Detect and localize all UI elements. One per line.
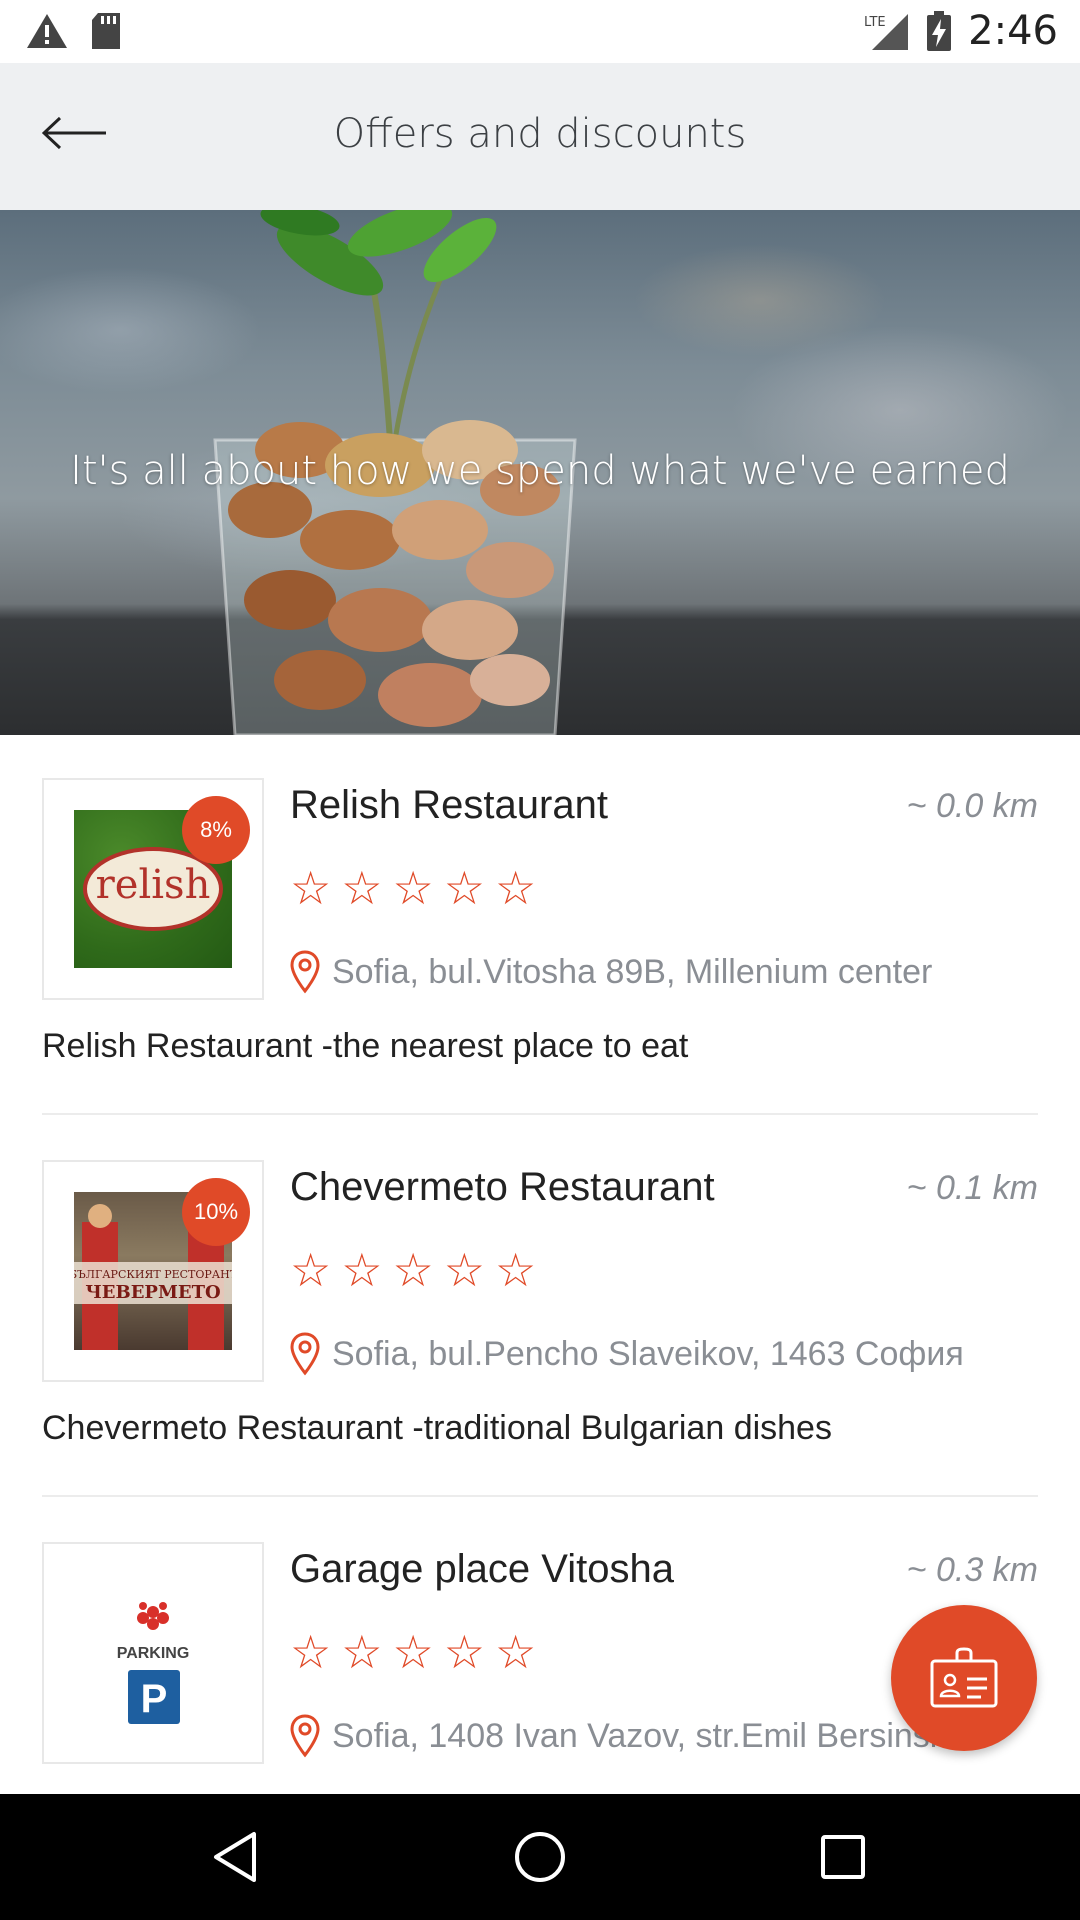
nav-home-button[interactable]	[505, 1822, 575, 1892]
rating-stars: ☆ ☆ ☆ ☆ ☆	[290, 863, 536, 913]
star-icon: ☆	[495, 1626, 537, 1678]
star-icon: ☆	[443, 1626, 485, 1678]
address-text: Sofia, bul.Vitosha 89B, Millenium center	[332, 952, 933, 991]
offer-thumbnail: relish 8%	[42, 778, 264, 1000]
warning-icon	[27, 14, 67, 48]
star-icon: ☆	[392, 862, 434, 914]
rating-stars: ☆ ☆ ☆ ☆ ☆	[290, 1245, 536, 1295]
discount-badge: 10%	[182, 1178, 250, 1246]
home-circle-icon	[515, 1832, 565, 1882]
app-bar: Offers and discounts	[0, 63, 1080, 210]
hero-tagline: It's all about how we spend what we've e…	[70, 448, 1010, 494]
divider	[42, 1495, 1038, 1497]
list-item[interactable]: БЪЛГАРСКИЯТ РЕСТОРАНТ ЧЕВЕРМЕТО 10% Chev…	[0, 1117, 1080, 1499]
divider	[42, 1113, 1038, 1115]
offer-description: Chevermeto Restaurant -traditional Bulga…	[42, 1409, 832, 1447]
offer-distance: ~ 0.0 km	[906, 787, 1038, 825]
offer-address: Sofia, bul.Vitosha 89B, Millenium center	[290, 950, 932, 994]
svg-text:P: P	[141, 1677, 168, 1721]
nav-recents-button[interactable]	[808, 1822, 878, 1892]
battery-charging-icon	[927, 11, 952, 51]
offer-thumbnail: PARKING P	[42, 1542, 264, 1764]
offer-distance: ~ 0.3 km	[906, 1551, 1038, 1589]
svg-text:relish: relish	[96, 862, 211, 908]
system-nav-bar	[0, 1794, 1080, 1920]
star-icon: ☆	[341, 1626, 383, 1678]
star-icon: ☆	[392, 1626, 434, 1678]
star-icon: ☆	[341, 1244, 383, 1296]
address-text: Sofia, bul.Pencho Slaveikov, 1463 София	[332, 1334, 964, 1373]
svg-text:ЧЕВЕРМЕТО: ЧЕВЕРМЕТО	[85, 1282, 220, 1303]
star-icon: ☆	[392, 1244, 434, 1296]
address-text: Sofia, 1408 Ivan Vazov, str.Emil Bersins…	[332, 1716, 983, 1755]
offer-name: Chevermeto Restaurant	[290, 1165, 715, 1209]
offer-name: Garage place Vitosha	[290, 1547, 674, 1591]
location-pin-icon	[290, 950, 320, 994]
status-left-icons	[26, 12, 122, 50]
status-bar: LTE 2:46	[0, 0, 1080, 63]
offer-description: Relish Restaurant -the nearest place to …	[42, 1027, 689, 1065]
recents-square-icon	[821, 1835, 865, 1879]
offer-address: Sofia, 1408 Ivan Vazov, str.Emil Bersins…	[290, 1714, 983, 1758]
page-title: Offers and discounts	[333, 111, 747, 157]
back-triangle-icon	[214, 1832, 256, 1882]
svg-text:LTE: LTE	[864, 15, 886, 30]
star-icon: ☆	[443, 862, 485, 914]
status-right-icons: LTE 2:46	[862, 8, 1058, 54]
loyalty-card-button[interactable]	[891, 1605, 1037, 1751]
signal-icon: LTE	[864, 14, 909, 50]
offer-thumbnail: БЪЛГАРСКИЯТ РЕСТОРАНТ ЧЕВЕРМЕТО 10%	[42, 1160, 264, 1382]
status-time: 2:46	[968, 8, 1058, 54]
svg-text:БЪЛГАРСКИЯТ РЕСТОРАНТ: БЪЛГАРСКИЯТ РЕСТОРАНТ	[74, 1268, 232, 1281]
discount-badge: 8%	[182, 796, 250, 864]
star-icon: ☆	[495, 1244, 537, 1296]
list-item[interactable]: relish 8% Relish Restaurant ~ 0.0 km ☆ ☆…	[0, 735, 1080, 1117]
star-icon: ☆	[443, 1244, 485, 1296]
parking-logo: PARKING P	[74, 1574, 232, 1732]
star-icon: ☆	[495, 862, 537, 914]
nav-back-button[interactable]	[200, 1822, 270, 1892]
svg-text:PARKING: PARKING	[117, 1645, 190, 1662]
location-pin-icon	[290, 1714, 320, 1758]
offer-name: Relish Restaurant	[290, 783, 608, 827]
star-icon: ☆	[290, 1244, 332, 1296]
offer-distance: ~ 0.1 km	[906, 1169, 1038, 1207]
location-pin-icon	[290, 1332, 320, 1376]
rating-stars: ☆ ☆ ☆ ☆ ☆	[290, 1627, 536, 1677]
sd-card-icon	[92, 13, 120, 49]
star-icon: ☆	[341, 862, 383, 914]
id-card-icon	[930, 1647, 998, 1708]
star-icon: ☆	[290, 862, 332, 914]
star-icon: ☆	[290, 1626, 332, 1678]
offer-address: Sofia, bul.Pencho Slaveikov, 1463 София	[290, 1332, 964, 1376]
hero-banner: It's all about how we spend what we've e…	[0, 210, 1080, 735]
